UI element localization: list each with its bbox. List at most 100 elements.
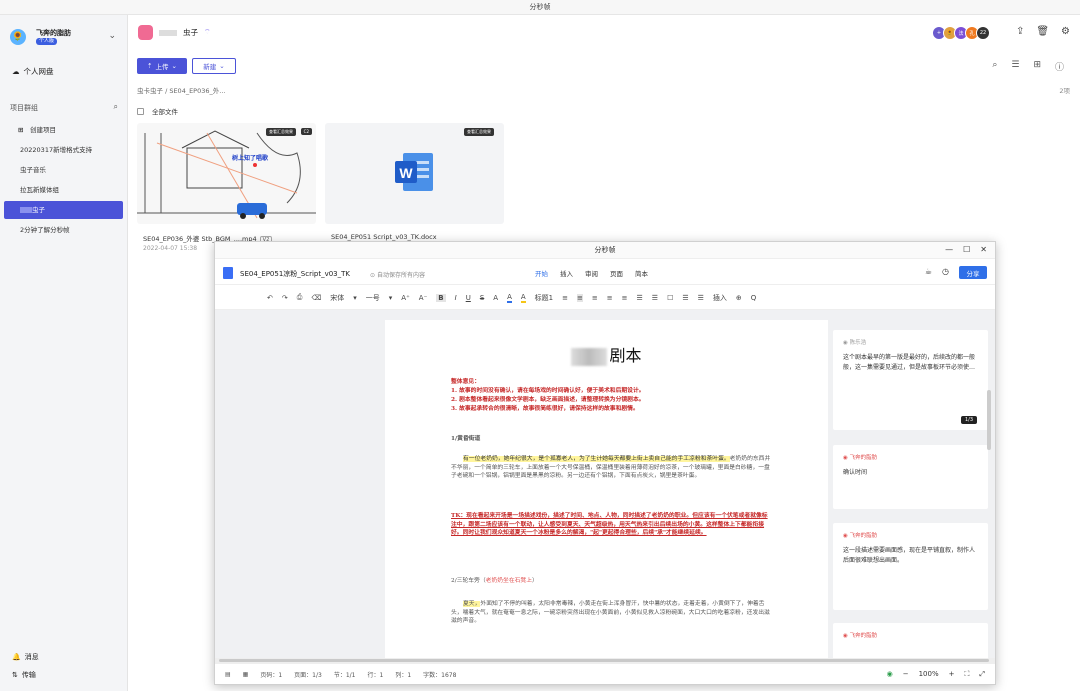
search-icon[interactable]: ⌕ [114,102,118,112]
file-name[interactable]: SE04_EP051 Script_v03_TK.docx [331,233,437,241]
sidebar-item-project[interactable]: 虫子音乐 [4,161,123,179]
layout-icon[interactable]: ▦ [243,671,249,678]
comment-card[interactable]: ◉ 飞奔的脂肪 确认时间 [833,445,988,509]
sort-icon[interactable]: ☰ [1011,60,1019,73]
sidebar-item-project[interactable]: 20220317新增格式支持 [4,141,123,159]
text-effect-icon[interactable]: A [493,294,498,302]
new-button[interactable]: 新建 ⌄ [192,58,236,74]
history-icon[interactable]: ◷ [942,267,949,276]
checkbox[interactable] [137,107,144,115]
align-center-icon[interactable]: ≡ [577,293,583,302]
font-size-select[interactable]: 一号 [366,293,380,303]
user-avatar-icon[interactable]: ☕ [925,267,932,276]
italic-button[interactable]: I [455,294,457,302]
chevron-down-icon[interactable]: ▾ [389,294,393,302]
font-family-select[interactable]: 宋体 [330,293,344,303]
sync-icon[interactable]: ◉ [887,670,893,679]
project-group-header: 项目群组 ⌕ [10,102,120,113]
view-summary-tag[interactable]: 查看汇总效果 [464,128,494,136]
vertical-scrollbar[interactable] [987,390,991,450]
messages-link[interactable]: 🔔 消息 [12,652,39,662]
comment-card[interactable]: ◉ 飞奔的脂肪 [833,623,988,658]
share-button[interactable]: 分享 [959,266,987,279]
file-card[interactable]: 树上知了唱歌 查看汇总效果 C2 SE04_EP036_外婆 Stb_BGM_.… [137,123,316,258]
search-icon[interactable]: ⌕ [992,60,997,73]
redacted-block [20,207,32,213]
upload-button[interactable]: ⇡ 上传 ⌄ [137,58,187,74]
align-left-icon[interactable]: ≡ [562,294,568,302]
create-project-button[interactable]: ⊞ 创建项目 [4,121,123,139]
more-tools-icon[interactable]: ⊕ [736,294,742,302]
distribute-icon[interactable]: ≡ [622,294,628,302]
sidebar-item-project[interactable]: 拉瓦新媒体组 [4,181,123,199]
minimize-icon[interactable]: — [945,245,953,254]
document-page[interactable]: 剧本 整体意见： 1. 故事的时间没有确认，请在每场戏的时间确认好，便于美术和后… [385,320,828,658]
doc-header: SE04_EP051凉粉_Script_v03_TK ⊙ 自动保存所有内容 开始… [215,259,995,285]
transfer-link[interactable]: ⇅ 传输 [12,670,36,680]
format-toolbar: ↶ ↷ ⎙ ⌫ 宋体 ▾ 一号 ▾ A⁺ A⁻ B I U S A A A 标题… [215,286,995,310]
tab-simple[interactable]: 简本 [635,268,648,278]
undo-icon[interactable]: ↶ [267,294,273,302]
user-menu[interactable]: 🌻 飞奔的脂肪 个人版 ⌄ [10,27,120,49]
zoom-out-icon[interactable]: − [903,670,909,679]
format-painter-icon[interactable]: ⎙ [297,293,303,302]
underline-button[interactable]: U [466,294,471,302]
info-icon[interactable]: ⓘ [1055,60,1064,73]
justify-icon[interactable]: ≡ [607,294,613,302]
document-name[interactable]: SE04_EP051凉粉_Script_v03_TK [240,269,350,279]
docx-thumbnail[interactable]: W 查看汇总效果 [325,123,504,224]
bold-button[interactable]: B [436,293,446,302]
grid-view-icon[interactable]: ⊞ [1033,60,1041,73]
upload-icon: ⇡ [147,62,153,70]
create-project-label: 创建项目 [30,126,56,134]
indent-icon[interactable]: ☰ [682,294,688,302]
sidebar-item-project[interactable]: 2分钟了解分秒帧 [4,221,123,239]
gear-icon[interactable]: ⚙ [1061,26,1070,37]
file-card[interactable]: W 查看汇总效果 SE04_EP051 Script_v03_TK.docx [325,123,504,258]
fullscreen-icon[interactable]: ⤢ [979,670,985,679]
scroll-thumb[interactable] [219,659,989,662]
bulleted-list-icon[interactable]: ☰ [637,294,643,302]
view-summary-tag[interactable]: 查看汇总效果 [266,128,296,136]
comment-card[interactable]: ◉ 陈乐浩 这个剧本最早的第一版是最好的，后续改的都一般般，这一集需要见通过，但… [833,330,988,430]
chevron-down-icon[interactable]: ▾ [353,294,357,302]
trash-icon[interactable]: 🗑 [1036,26,1049,37]
cloud-icon: ☁ [12,67,20,76]
tab-review[interactable]: 审阅 [585,268,598,278]
line-spacing-icon[interactable]: ☰ [698,294,704,302]
outline-icon[interactable]: ▤ [225,671,231,678]
zoom-level[interactable]: 100% [919,670,939,679]
comment-card[interactable]: ◉ 飞奔的脂肪 这一段描述需要画面感，现在是平铺直叙，制作人后面很难联想出画面。 [833,523,988,610]
close-icon[interactable]: ✕ [980,245,987,254]
font-color-icon[interactable]: A [507,293,512,303]
comment-pager[interactable]: 1/3 [961,416,978,424]
strike-button[interactable]: S [480,294,484,302]
tab-insert[interactable]: 插入 [560,268,573,278]
team-avatars[interactable]: + 🌻 法 孔 22 [932,26,990,40]
doc-window-title: 分秒帧 [215,242,995,259]
font-shrink-icon[interactable]: A⁻ [419,294,427,302]
share-icon[interactable]: ⇪ [1016,26,1024,37]
numbered-list-icon[interactable]: ☰ [652,294,658,302]
checklist-icon[interactable]: ☐ [667,294,673,302]
zoom-in-icon[interactable]: + [949,670,955,679]
align-right-icon[interactable]: ≡ [592,294,598,302]
clear-format-icon[interactable]: ⌫ [311,294,321,302]
insert-menu[interactable]: 插入 [713,293,727,303]
breadcrumb[interactable]: 虫卡虫子 / SE04_EP036_外... [137,85,225,95]
maximize-icon[interactable]: ☐ [963,245,970,254]
comment-author-name: 飞奔的脂肪 [849,533,878,539]
personal-drive-link[interactable]: ☁ 个人网盘 [12,66,54,77]
video-thumbnail[interactable]: 树上知了唱歌 查看汇总效果 C2 [137,123,316,224]
find-icon[interactable]: Q [751,294,757,302]
tab-start[interactable]: 开始 [535,268,548,278]
chevron-down-icon[interactable]: ⌄ [108,31,116,41]
tab-page[interactable]: 页面 [610,268,623,278]
fit-icon[interactable]: ⛶ [964,670,969,679]
select-all[interactable]: 全部文件 [137,106,178,116]
highlight-icon[interactable]: A [520,293,526,303]
heading-style-select[interactable]: 标题1 [535,293,553,303]
redo-icon[interactable]: ↷ [282,294,288,302]
sidebar-item-project-active[interactable]: 虫子 [4,201,123,219]
font-grow-icon[interactable]: A⁺ [401,294,409,302]
